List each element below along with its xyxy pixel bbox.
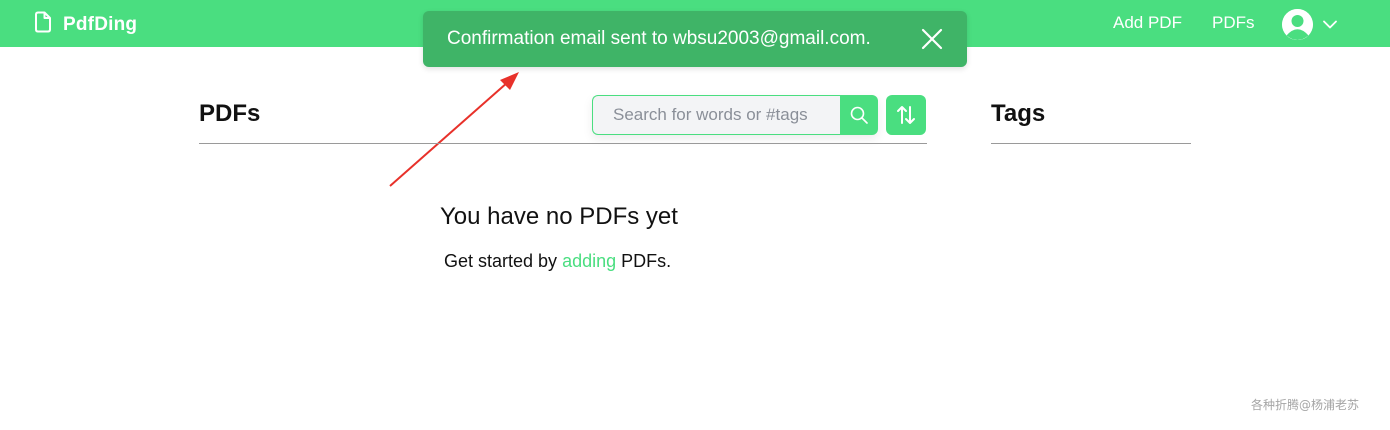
nav-pdfs-link[interactable]: PDFs [1212,13,1255,33]
sort-icon [897,106,915,124]
pdfs-heading: PDFs [199,100,261,127]
user-avatar-icon [1282,9,1313,40]
empty-state-text-after: PDFs. [616,251,672,271]
app-page: PdfDing Add PDF PDFs Confirmation email … [0,0,1390,430]
search-icon [850,106,868,124]
nav-add-pdf-link[interactable]: Add PDF [1113,13,1182,33]
add-pdf-link[interactable]: adding [562,251,616,271]
tags-divider [991,143,1191,144]
search-input[interactable] [592,95,840,135]
search-button[interactable] [840,95,878,135]
sort-button[interactable] [886,95,926,135]
file-icon [34,11,63,38]
close-icon[interactable] [920,27,944,51]
search-bar [592,95,878,135]
chevron-down-icon [1323,20,1337,29]
toast-notification: Confirmation email sent to wbsu2003@gmai… [423,11,967,67]
user-menu-toggle[interactable] [1282,9,1337,40]
watermark-text: 各种折腾@杨浦老苏 [1251,398,1360,412]
empty-state-text-before: Get started by [444,251,563,271]
pdfs-divider [199,143,927,144]
empty-state-heading: You have no PDFs yet [440,203,678,230]
toast-message: Confirmation email sent to wbsu2003@gmai… [447,28,871,49]
empty-state-text: Get started by adding PDFs. [444,251,671,272]
brand-name: PdfDing [63,13,138,35]
brand-link[interactable]: PdfDing [34,11,137,38]
tags-heading: Tags [991,100,1046,127]
